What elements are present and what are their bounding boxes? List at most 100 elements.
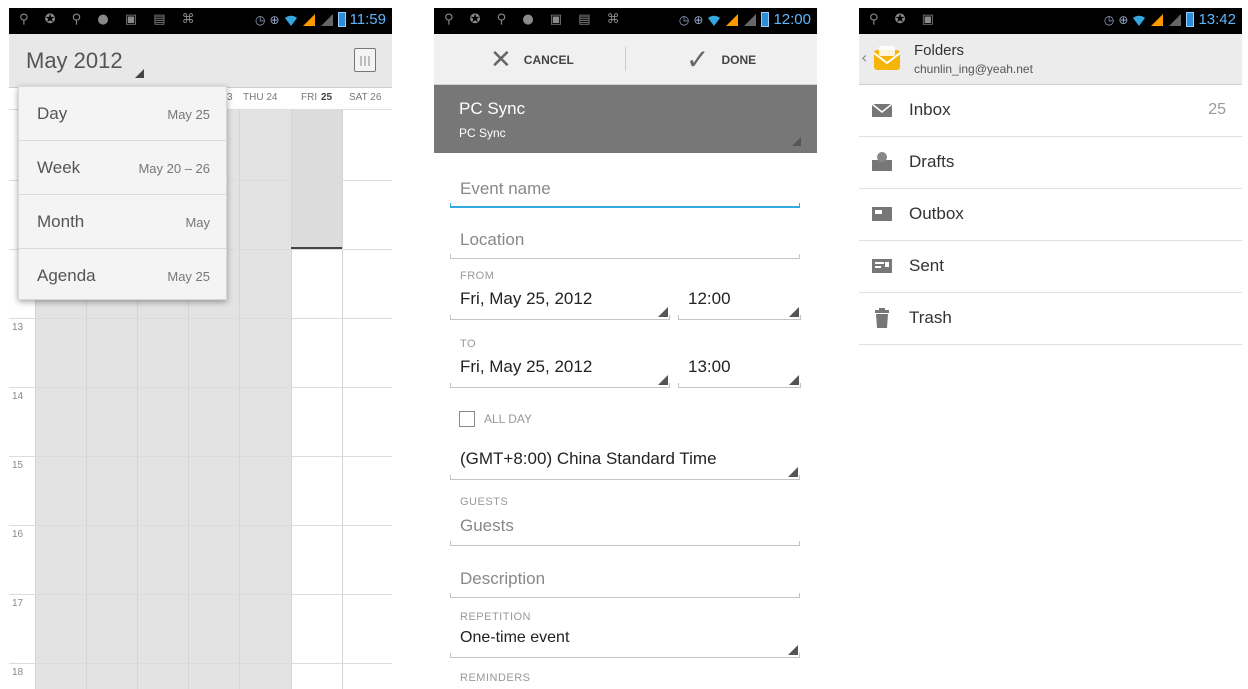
- menu-item-label: Agenda: [37, 266, 96, 285]
- hour-label: 18: [12, 667, 24, 678]
- account-sub: PC Sync: [459, 126, 506, 140]
- trash-icon: [875, 308, 889, 328]
- signal-icon: [726, 13, 739, 26]
- menu-item-label: Day: [37, 104, 68, 123]
- folder-item-drafts[interactable]: Drafts: [859, 137, 1242, 189]
- timezone-value: (GMT+8:00) China Standard Time: [460, 449, 717, 468]
- menu-item-month[interactable]: Month May: [19, 195, 226, 249]
- folder-item-outbox[interactable]: Outbox: [859, 189, 1242, 241]
- folder-item-sent[interactable]: Sent: [859, 241, 1242, 293]
- current-time-line: [291, 247, 342, 249]
- alarm-icon: ◷: [678, 12, 690, 27]
- grid-line: [9, 456, 392, 457]
- folder-label: Sent: [909, 256, 944, 275]
- input-underline: [450, 593, 800, 598]
- from-time-picker[interactable]: 12:00: [678, 280, 801, 320]
- sent-icon: [872, 259, 892, 273]
- menu-item-week[interactable]: Week May 20 – 26: [19, 141, 226, 195]
- grid-line: [9, 387, 392, 388]
- grid-line: [9, 594, 392, 595]
- outbox-icon: [872, 207, 892, 221]
- menu-item-sub: May 25: [167, 107, 210, 122]
- signal-icon: [302, 13, 315, 26]
- wifi-icon: [1133, 15, 1146, 26]
- input-underline: [450, 203, 800, 208]
- grid-line: [9, 525, 392, 526]
- status-time: 12:00: [773, 11, 811, 28]
- day-header: THU 24: [243, 92, 278, 103]
- dropdown-caret-icon: [788, 645, 798, 655]
- folder-label: Outbox: [909, 204, 964, 223]
- unread-count: 25: [1208, 101, 1226, 118]
- input-underline: [450, 475, 800, 480]
- dropdown-caret-icon: [658, 375, 668, 385]
- hour-label: 16: [12, 529, 24, 540]
- today-calendar-icon[interactable]: [354, 48, 376, 72]
- event-name-input[interactable]: Event name: [450, 168, 800, 208]
- wifi-icon: [708, 15, 721, 26]
- grid-line: [291, 110, 292, 689]
- cancel-label: CANCEL: [523, 52, 574, 67]
- dropdown-caret-icon: [789, 375, 799, 385]
- menu-item-day[interactable]: Day May 25: [19, 87, 226, 141]
- from-date-picker[interactable]: Fri, May 25, 2012: [450, 280, 670, 320]
- account-name: PC Sync: [459, 99, 526, 118]
- input-underline: [678, 315, 801, 320]
- dropdown-caret-icon: [658, 307, 668, 317]
- grid-line: [9, 318, 392, 319]
- location-input[interactable]: Location: [450, 219, 800, 259]
- timezone-selector[interactable]: (GMT+8:00) China Standard Time: [450, 440, 800, 480]
- guests-placeholder: Guests: [460, 516, 514, 535]
- to-time: 13:00: [688, 357, 731, 376]
- dropdown-caret-icon: [788, 467, 798, 477]
- hour-label: 13: [12, 322, 24, 333]
- day-header: SAT 26: [349, 92, 382, 103]
- input-underline: [450, 315, 670, 320]
- status-time: 11:59: [349, 11, 386, 28]
- folder-item-inbox[interactable]: Inbox 25: [859, 85, 1242, 137]
- calendar-account-selector[interactable]: PC Sync PC Sync: [434, 85, 817, 153]
- menu-item-sub: May 20 – 26: [138, 161, 210, 176]
- description-input[interactable]: Description: [450, 558, 800, 598]
- to-time-picker[interactable]: 13:00: [678, 348, 801, 388]
- view-dropdown-menu: Day May 25 Week May 20 – 26 Month May Ag…: [18, 86, 227, 300]
- drafts-icon: [872, 152, 892, 171]
- email-folders-screen: ⚲ ✪ ▣ ◷ ⊕ 13:42 ‹ Folders chunlin_ing@ye…: [859, 8, 1242, 689]
- event-action-bar: ✕ CANCEL ✓ DONE: [434, 34, 817, 85]
- status-bar: ⚲ ✪ ⚲ ● ▣ ▤ ⌘ ◷ ⊕ 12:00: [434, 8, 817, 34]
- today-past-shade: [291, 110, 342, 248]
- menu-item-agenda[interactable]: Agenda May 25: [19, 249, 226, 303]
- screen-title: Folders: [914, 42, 965, 59]
- menu-item-label: Month: [37, 212, 85, 231]
- guests-input[interactable]: Guests: [450, 506, 800, 546]
- done-button[interactable]: ✓ DONE: [686, 34, 756, 85]
- repetition-selector[interactable]: One-time event: [450, 618, 800, 658]
- action-divider: [625, 47, 626, 71]
- grid-line: [239, 110, 240, 689]
- dropdown-caret-icon: [135, 69, 144, 78]
- status-bar: ⚲ ✪ ▣ ◷ ⊕ 13:42: [859, 8, 1242, 34]
- sync-icon: ⊕: [1118, 12, 1129, 27]
- hour-label: 15: [12, 460, 24, 471]
- status-bar: ⚲ ✪ ⚲ ● ▣ ▤ ⌘ ◷ ⊕ 11:59: [9, 8, 392, 34]
- cancel-button[interactable]: ✕ CANCEL: [490, 34, 574, 85]
- account-email: chunlin_ing@yeah.net: [914, 62, 1033, 76]
- folder-label: Trash: [909, 308, 952, 327]
- done-label: DONE: [721, 52, 757, 67]
- to-date-picker[interactable]: Fri, May 25, 2012: [450, 348, 670, 388]
- month-title[interactable]: May 2012: [26, 48, 123, 74]
- notification-icons: ⚲ ✪ ⚲ ● ▣ ▤ ⌘: [444, 12, 626, 27]
- signal-2-icon: [744, 13, 757, 26]
- dropdown-caret-icon: [789, 307, 799, 317]
- input-underline: [450, 541, 800, 546]
- day-header-today: 25: [321, 92, 333, 103]
- email-app-icon: [873, 46, 901, 70]
- folder-item-trash[interactable]: Trash: [859, 293, 1242, 345]
- event-name-placeholder: Event name: [460, 179, 551, 198]
- folders-action-bar[interactable]: ‹ Folders chunlin_ing@yeah.net: [859, 34, 1242, 85]
- day-header: 3: [227, 92, 233, 103]
- to-date: Fri, May 25, 2012: [460, 357, 593, 376]
- all-day-checkbox[interactable]: [459, 411, 475, 427]
- event-edit-screen: ⚲ ✪ ⚲ ● ▣ ▤ ⌘ ◷ ⊕ 12:00 ✕ CANCEL ✓ DONE …: [434, 8, 817, 689]
- status-right: ◷ ⊕ 11:59: [255, 11, 386, 28]
